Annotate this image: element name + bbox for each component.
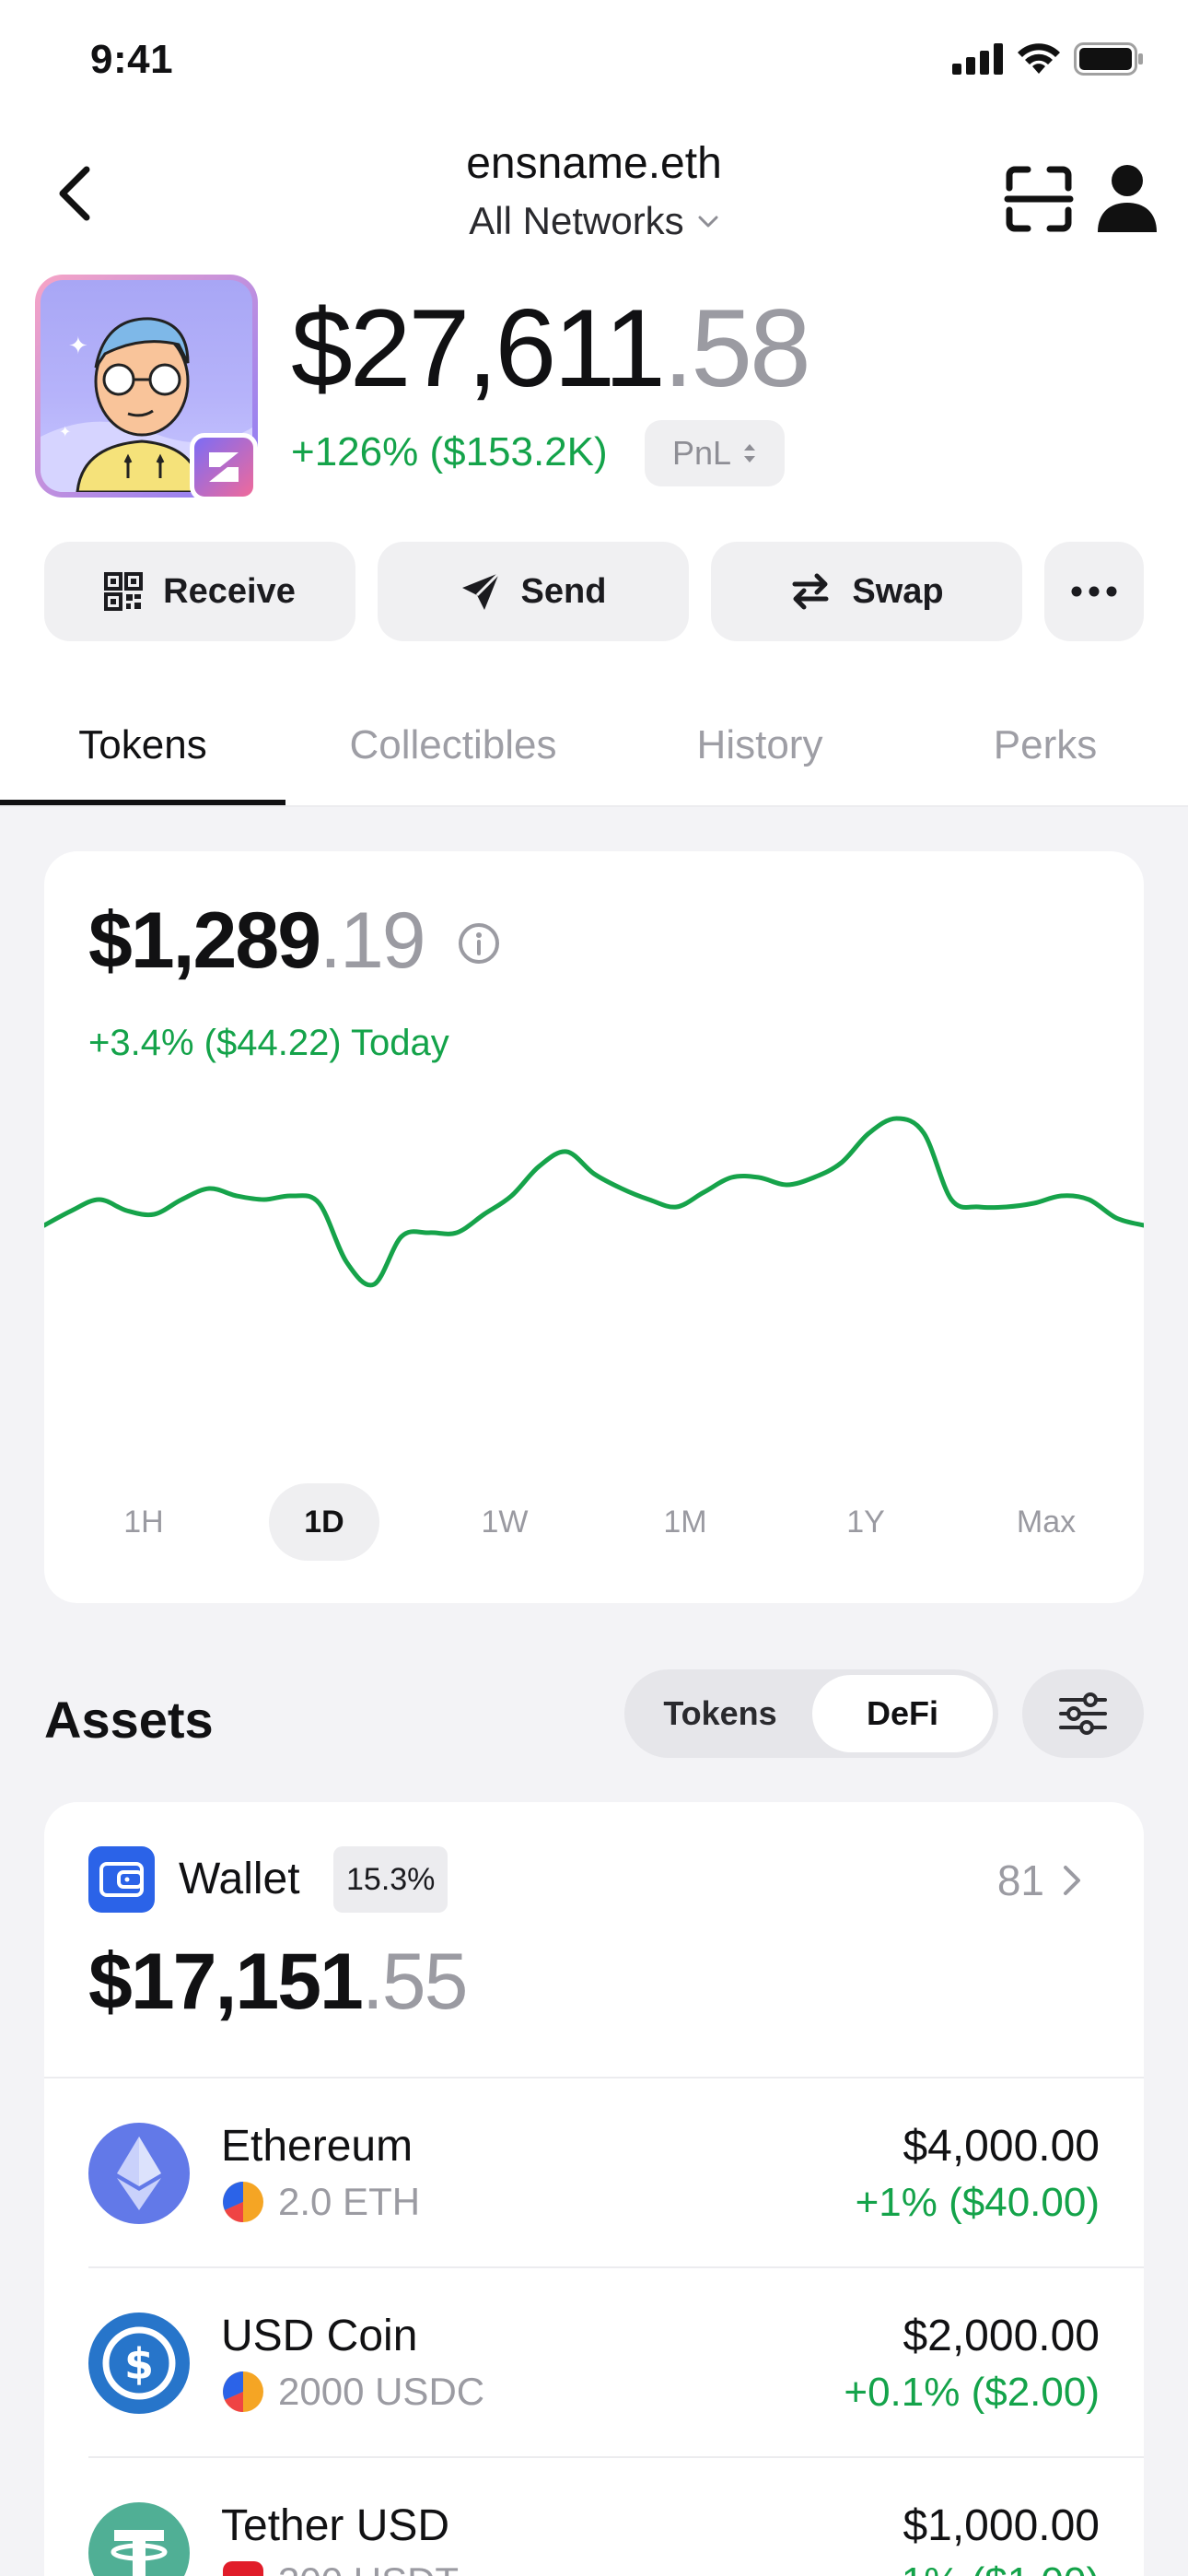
wallet-total-cents: .55 <box>361 1938 469 2026</box>
pie-chart-icon <box>223 2371 263 2412</box>
price-chart[interactable] <box>44 1091 1144 1367</box>
wallet-total: $17,151.55 <box>88 1942 468 2021</box>
range-button-1d[interactable]: 1D <box>269 1483 379 1561</box>
chart-card: $1,289.19 +3.4% ($44.22) Today 1H 1D 1W 1M 1… <box>44 851 1144 1603</box>
chart-value: $1,289.19 <box>88 901 426 980</box>
sliders-icon <box>1059 1692 1107 1735</box>
scan-button[interactable] <box>1002 162 1076 236</box>
wifi-icon <box>1018 43 1060 74</box>
send-plane-icon <box>461 571 500 610</box>
segment-defi[interactable]: DeFi <box>812 1675 993 1752</box>
usdc-icon: $ <box>88 2313 190 2414</box>
chart-value-whole: $1,289 <box>88 896 321 985</box>
send-label: Send <box>520 571 607 611</box>
ethereum-icon <box>88 2123 190 2224</box>
range-button-1m[interactable]: 1M <box>630 1483 740 1561</box>
battery-icon <box>1074 42 1143 76</box>
active-tab-indicator <box>0 800 285 805</box>
total-balance-whole: $27,611 <box>291 287 666 410</box>
token-amount-text: 300 USDT <box>278 2559 459 2576</box>
asset-row-ethereum[interactable]: Ethereum 2.0 ETH $4,000.00 +1% ($40.00) <box>44 2078 1144 2268</box>
token-name: USD Coin <box>221 2312 418 2360</box>
wallet-percent-badge: 15.3% <box>333 1846 448 1913</box>
asset-row-tether[interactable]: Tether USD 300 USDT $1,000.00 -1% ($1.00… <box>44 2458 1144 2576</box>
token-name: Ethereum <box>221 2122 413 2171</box>
asset-row-usd-coin[interactable]: $ USD Coin 2000 USDC $2,000.00 +0.1% ($2… <box>44 2268 1144 2458</box>
token-amount-text: 2000 USDC <box>278 2370 485 2413</box>
wallet-token-count[interactable]: 81 <box>997 1856 1081 1905</box>
token-change: -1% ($1.00) <box>888 2559 1100 2576</box>
tab-bar: Tokens Collectibles History Perks <box>0 700 1188 807</box>
more-dots-icon <box>1071 586 1117 597</box>
status-bar: 9:41 <box>0 0 1188 129</box>
wallet-count-value: 81 <box>996 1856 1044 1904</box>
token-value: $4,000.00 <box>903 2122 1100 2171</box>
range-button-1h[interactable]: 1H <box>88 1483 199 1561</box>
tab-perks[interactable]: Perks <box>949 722 1142 768</box>
token-value: $2,000.00 <box>903 2312 1100 2360</box>
swap-arrows-icon <box>792 573 829 610</box>
token-amount: 300 USDT <box>221 2559 459 2576</box>
zerion-badge-icon <box>190 433 258 501</box>
profile-button[interactable] <box>1094 160 1160 234</box>
scan-icon <box>1004 166 1074 232</box>
sort-updown-icon <box>744 444 756 463</box>
range-button-1w[interactable]: 1W <box>449 1483 560 1561</box>
person-icon <box>1098 165 1157 232</box>
svg-text:$: $ <box>124 2339 154 2389</box>
receive-label: Receive <box>163 571 296 611</box>
tab-tokens[interactable]: Tokens <box>0 722 285 768</box>
token-change: +0.1% ($2.00) <box>844 2370 1100 2415</box>
total-balance: $27,611.58 <box>291 293 811 404</box>
wallet-card: Wallet 15.3% 81 $17,151.55 Ethereum 2.0 … <box>44 1802 1144 2576</box>
swap-button[interactable]: Swap <box>711 542 1022 641</box>
wallet-icon <box>88 1846 155 1913</box>
chart-change: +3.4% ($44.22) Today <box>88 1023 449 1063</box>
action-bar: Receive Send Swap <box>44 542 1144 641</box>
tab-collectibles[interactable]: Collectibles <box>306 722 600 768</box>
range-button-1y[interactable]: 1Y <box>810 1483 921 1561</box>
header: ensname.eth All Networks <box>0 129 1188 267</box>
assets-segmented-control: Tokens DeFi <box>624 1669 998 1758</box>
assets-title: Assets <box>44 1691 214 1749</box>
pnl-change: +126% ($153.2K) <box>291 429 608 474</box>
token-amount: 2.0 ETH <box>221 2180 420 2224</box>
pie-chart-icon <box>223 2182 263 2222</box>
status-time: 9:41 <box>90 37 174 82</box>
swap-label: Swap <box>852 571 944 611</box>
tab-history[interactable]: History <box>645 722 875 768</box>
chart-value-cents: .19 <box>320 896 426 985</box>
time-range-selector: 1H 1D 1W 1M 1Y Max <box>44 1483 1144 1561</box>
chevron-down-icon <box>698 216 718 228</box>
filter-button[interactable] <box>1022 1669 1144 1758</box>
status-icons <box>952 42 1144 76</box>
info-icon[interactable] <box>457 921 501 966</box>
price-line <box>44 1116 1144 1288</box>
wallet-total-whole: $17,151 <box>88 1938 364 2026</box>
network-icon <box>223 2561 263 2576</box>
segment-tokens[interactable]: Tokens <box>630 1675 810 1752</box>
chevron-right-icon <box>1064 1866 1080 1895</box>
wallet-name: Wallet <box>179 1855 300 1903</box>
token-amount-text: 2.0 ETH <box>278 2180 421 2223</box>
network-label: All Networks <box>469 199 684 242</box>
token-name: Tether USD <box>221 2501 450 2550</box>
cellular-signal-icon <box>952 43 1003 75</box>
token-amount: 2000 USDC <box>221 2370 484 2414</box>
qr-code-icon <box>104 572 144 611</box>
total-balance-cents: .58 <box>662 287 811 410</box>
tether-icon <box>88 2502 190 2576</box>
range-button-max[interactable]: Max <box>991 1483 1101 1561</box>
more-button[interactable] <box>1044 542 1144 641</box>
token-change: +1% ($40.00) <box>855 2180 1100 2225</box>
receive-button[interactable]: Receive <box>44 542 355 641</box>
pnl-label: PnL <box>671 434 732 472</box>
send-button[interactable]: Send <box>378 542 689 641</box>
svg-text:✦: ✦ <box>59 423 71 440</box>
svg-text:✦: ✦ <box>68 333 88 360</box>
token-value: $1,000.00 <box>903 2501 1100 2550</box>
pnl-toggle[interactable]: PnL <box>645 420 785 486</box>
